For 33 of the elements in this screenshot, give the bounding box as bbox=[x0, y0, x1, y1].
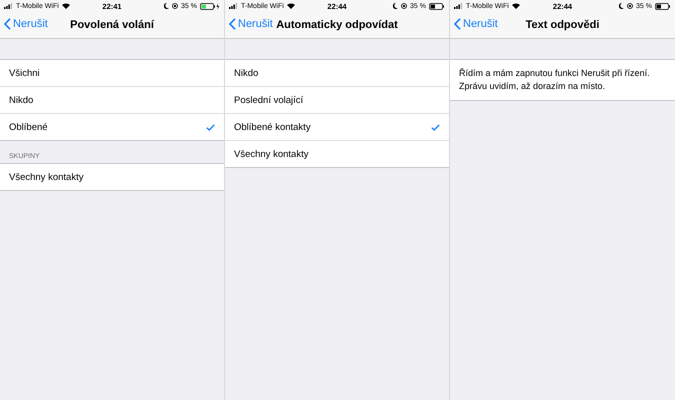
list-item[interactable]: Všechny kontakty bbox=[225, 140, 449, 167]
list-item[interactable]: Nikdo bbox=[225, 60, 449, 86]
list-item[interactable]: Všechny kontakty bbox=[0, 164, 224, 190]
back-chevron-icon bbox=[4, 18, 11, 30]
nav-title: Povolená volání bbox=[70, 19, 154, 31]
signal-icon bbox=[4, 3, 13, 9]
list-item[interactable]: Všichni bbox=[0, 60, 224, 86]
signal-icon bbox=[454, 3, 463, 9]
moon-icon bbox=[619, 3, 624, 9]
list-item[interactable]: Oblíbené kontakty bbox=[225, 113, 449, 140]
wifi-icon bbox=[512, 3, 520, 9]
back-chevron-icon bbox=[454, 18, 461, 30]
battery-icon bbox=[655, 2, 671, 10]
rotation-lock-icon bbox=[401, 3, 408, 9]
back-chevron-icon bbox=[229, 18, 236, 30]
list-item[interactable]: Oblíbené bbox=[0, 113, 224, 140]
moon-icon bbox=[164, 3, 170, 9]
battery-icon bbox=[200, 2, 220, 10]
back-button[interactable]: Nerušit bbox=[454, 18, 498, 30]
moon-icon bbox=[393, 3, 398, 9]
list-item[interactable]: Poslední volající bbox=[225, 86, 449, 113]
battery-icon bbox=[429, 2, 445, 10]
rotation-lock-icon bbox=[627, 3, 634, 9]
rotation-lock-icon bbox=[172, 3, 178, 9]
signal-icon bbox=[229, 3, 238, 9]
back-button[interactable]: Nerušit bbox=[4, 18, 48, 30]
nav-title: Automaticky odpovídat bbox=[276, 19, 398, 31]
list-item[interactable]: Nikdo bbox=[0, 86, 224, 113]
reply-text[interactable]: Řídím a mám zapnutou funkci Nerušit při řízení. Zprávu uvidím, až dorazím na místo. bbox=[450, 59, 675, 101]
back-button[interactable]: Nerušit bbox=[229, 18, 273, 30]
wifi-icon bbox=[62, 3, 70, 9]
nav-title: Text odpovědi bbox=[526, 19, 600, 31]
wifi-icon bbox=[286, 3, 295, 9]
